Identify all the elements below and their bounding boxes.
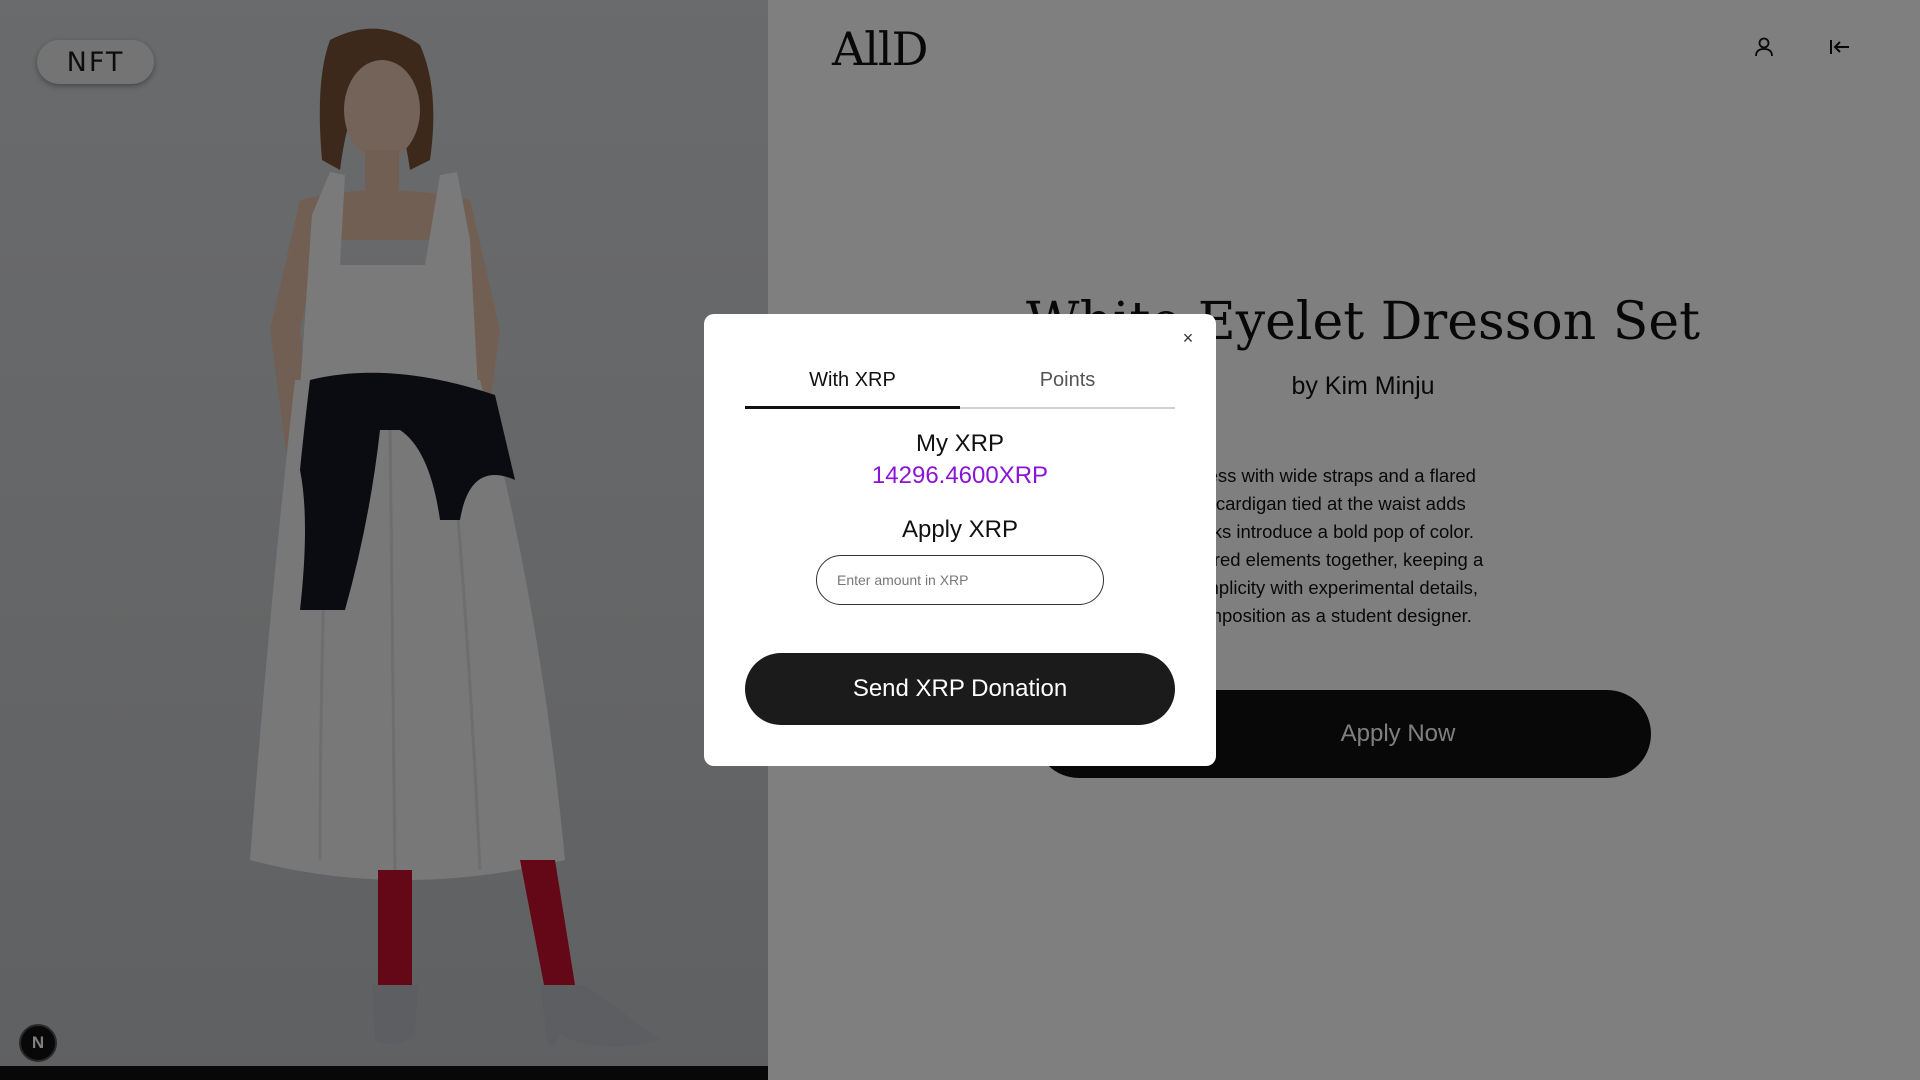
tab-points[interactable]: Points	[960, 354, 1175, 407]
send-xrp-donation-button[interactable]: Send XRP Donation	[745, 653, 1175, 725]
my-xrp-label: My XRP	[915, 430, 1004, 457]
payment-tabs: With XRP Points	[745, 354, 1175, 409]
tab-with-xrp[interactable]: With XRP	[745, 354, 960, 409]
my-xrp-balance: 14296.4600XRP	[871, 462, 1049, 489]
close-icon[interactable]: ×	[1176, 326, 1200, 350]
donation-modal: × With XRP Points My XRP 14296.4600XRP A…	[704, 314, 1216, 766]
xrp-amount-input[interactable]	[816, 555, 1104, 605]
apply-xrp-label: Apply XRP	[901, 516, 1019, 543]
